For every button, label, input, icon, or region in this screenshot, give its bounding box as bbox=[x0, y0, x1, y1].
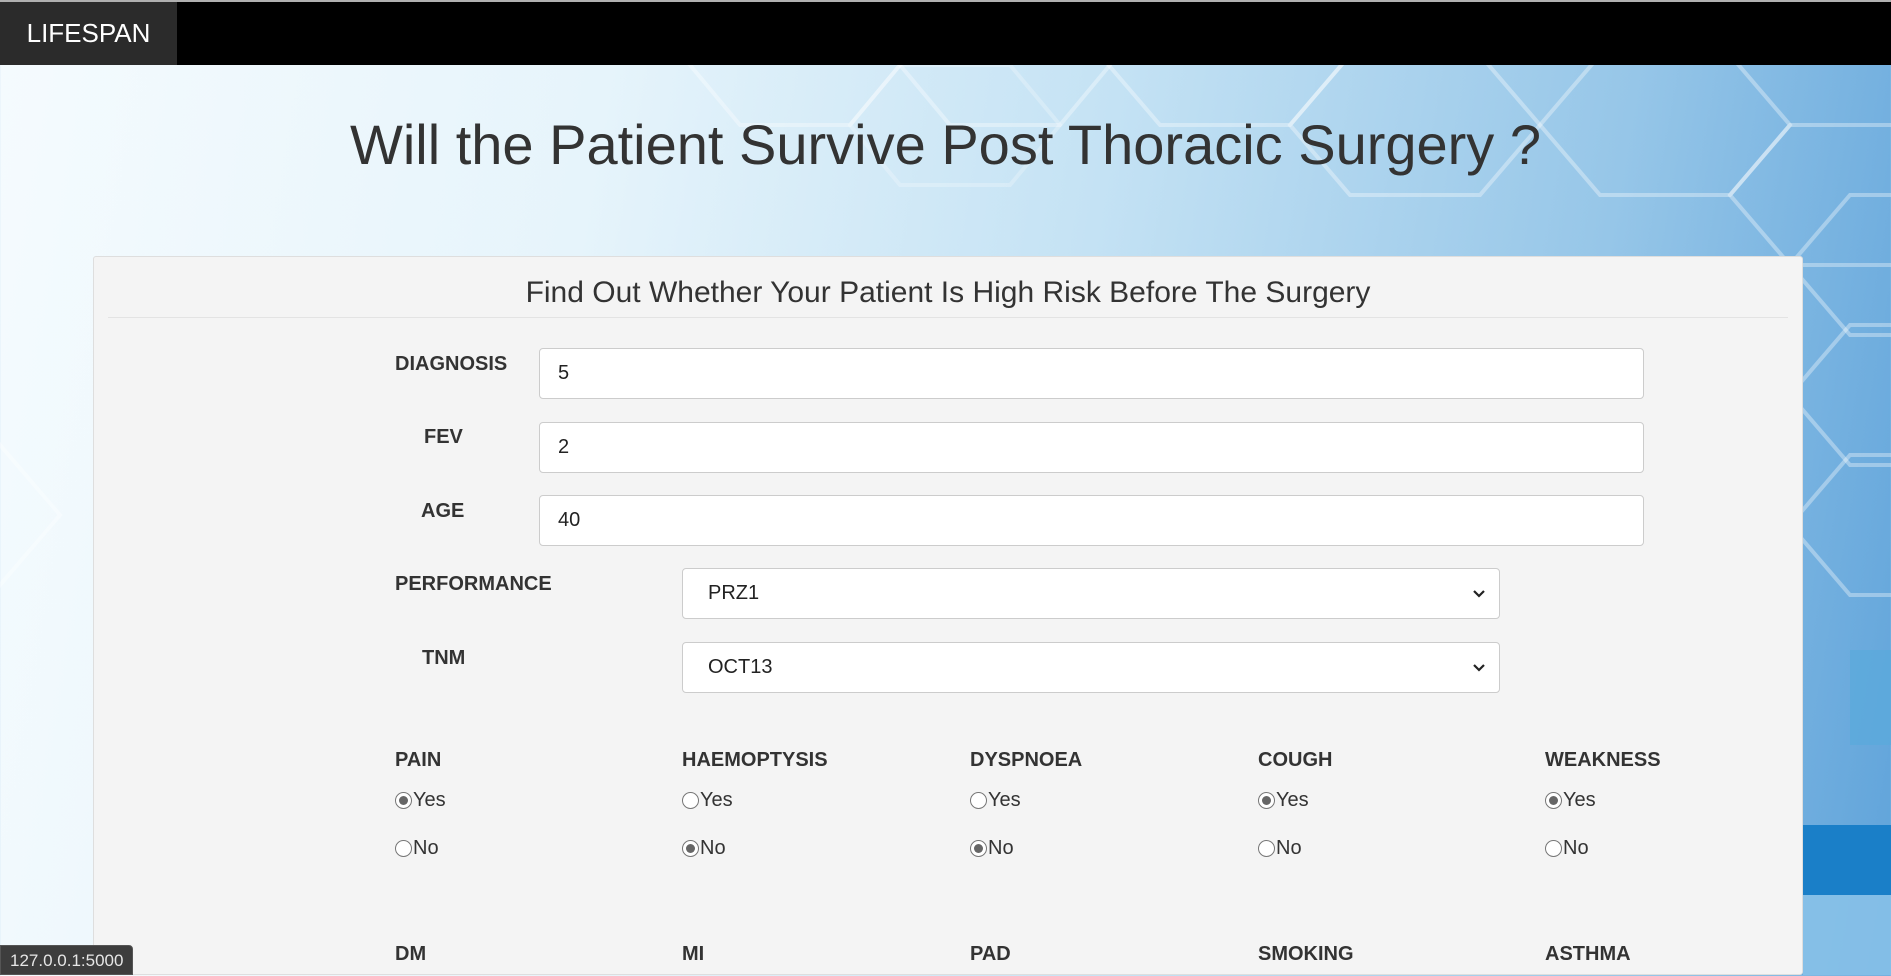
prediction-form-panel: Find Out Whether Your Patient Is High Ri… bbox=[93, 256, 1803, 975]
diagnosis-input[interactable] bbox=[539, 348, 1644, 399]
age-label: AGE bbox=[421, 500, 465, 522]
performance-selected-value: PRZ1 bbox=[708, 582, 760, 604]
asthma-title: ASTHMA bbox=[1545, 943, 1631, 965]
form-heading: Find Out Whether Your Patient Is High Ri… bbox=[108, 257, 1788, 318]
fev-input[interactable] bbox=[539, 422, 1644, 473]
cough-yes-label: Yes bbox=[1276, 789, 1309, 811]
weakness-no-option[interactable]: No bbox=[1545, 837, 1589, 860]
weakness-yes-option[interactable]: Yes bbox=[1545, 789, 1596, 812]
pain-title: PAIN bbox=[395, 749, 442, 771]
haemoptysis-no-label: No bbox=[700, 837, 726, 859]
cough-yes-radio[interactable] bbox=[1258, 792, 1275, 809]
page-title: Will the Patient Survive Post Thoracic S… bbox=[349, 113, 1541, 176]
haemoptysis-title: HAEMOPTYSIS bbox=[682, 749, 828, 771]
dm-title: DM bbox=[395, 943, 427, 965]
age-input[interactable] bbox=[539, 495, 1644, 546]
cough-title: COUGH bbox=[1258, 749, 1333, 771]
pain-no-option[interactable]: No bbox=[395, 837, 439, 860]
haemoptysis-yes-option[interactable]: Yes bbox=[682, 789, 733, 812]
pain-no-radio[interactable] bbox=[395, 840, 412, 857]
mi-title: MI bbox=[682, 943, 705, 965]
pad-title: PAD bbox=[970, 943, 1011, 965]
tnm-select[interactable]: OCT13 bbox=[682, 642, 1500, 693]
dyspnoea-no-option[interactable]: No bbox=[970, 837, 1014, 860]
fev-label: FEV bbox=[424, 426, 463, 448]
navbar: LIFESPAN bbox=[0, 2, 1891, 65]
brand-link[interactable]: LIFESPAN bbox=[0, 2, 177, 65]
weakness-title: WEAKNESS bbox=[1545, 749, 1661, 771]
tnm-selected-value: OCT13 bbox=[708, 656, 773, 678]
weakness-no-radio[interactable] bbox=[1545, 840, 1562, 857]
smoking-title: SMOKING bbox=[1258, 943, 1354, 965]
diagnosis-label: DIAGNOSIS bbox=[395, 353, 508, 375]
dyspnoea-no-radio[interactable] bbox=[970, 840, 987, 857]
cough-no-radio[interactable] bbox=[1258, 840, 1275, 857]
haemoptysis-yes-radio[interactable] bbox=[682, 792, 699, 809]
dyspnoea-title: DYSPNOEA bbox=[970, 749, 1083, 771]
haemoptysis-no-option[interactable]: No bbox=[682, 837, 726, 860]
cough-no-label: No bbox=[1276, 837, 1302, 859]
cough-yes-option[interactable]: Yes bbox=[1258, 789, 1309, 812]
dyspnoea-yes-label: Yes bbox=[988, 789, 1021, 811]
chevron-down-icon bbox=[1473, 590, 1485, 598]
haemoptysis-no-radio[interactable] bbox=[682, 840, 699, 857]
pain-yes-label: Yes bbox=[413, 789, 446, 811]
dyspnoea-yes-radio[interactable] bbox=[970, 792, 987, 809]
chevron-down-icon bbox=[1473, 664, 1485, 672]
dyspnoea-yes-option[interactable]: Yes bbox=[970, 789, 1021, 812]
tnm-label: TNM bbox=[422, 647, 466, 669]
weakness-yes-label: Yes bbox=[1563, 789, 1596, 811]
pain-yes-option[interactable]: Yes bbox=[395, 789, 446, 812]
dyspnoea-no-label: No bbox=[988, 837, 1014, 859]
performance-label: PERFORMANCE bbox=[395, 573, 552, 595]
haemoptysis-yes-label: Yes bbox=[700, 789, 733, 811]
cough-no-option[interactable]: No bbox=[1258, 837, 1302, 860]
status-bar-url: 127.0.0.1:5000 bbox=[0, 945, 134, 975]
pain-no-label: No bbox=[413, 837, 439, 859]
weakness-no-label: No bbox=[1563, 837, 1589, 859]
weakness-yes-radio[interactable] bbox=[1545, 792, 1562, 809]
performance-select[interactable]: PRZ1 bbox=[682, 568, 1500, 619]
pain-yes-radio[interactable] bbox=[395, 792, 412, 809]
